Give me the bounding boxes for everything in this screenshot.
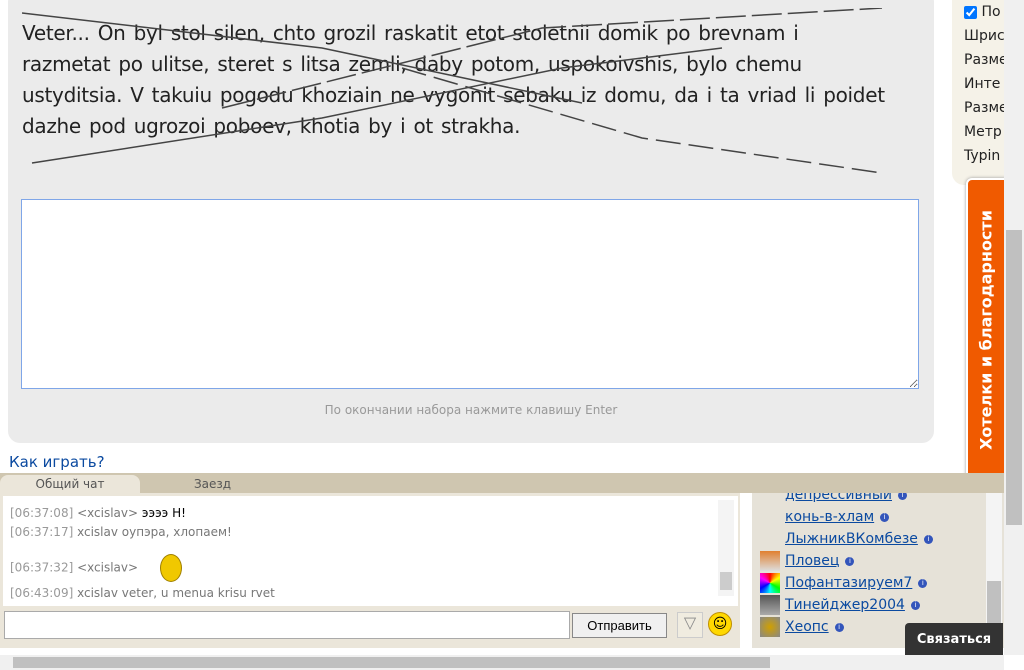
captcha-noise-lines [22,8,883,174]
settings-item[interactable]: Инте [952,72,1012,96]
typing-hint: По окончании набора нажмите клавишу Ente… [324,403,618,417]
settings-item[interactable]: Разме [952,48,1012,72]
chat-message: [06:37:08] <xcislav> ээээ Н! [10,506,186,520]
contact-button[interactable]: Связаться [905,623,1003,656]
info-icon[interactable]: i [834,622,844,632]
game-panel: Veter... On byl stol silen, chto grozil … [8,0,934,443]
msg-time: [06:37:08] [10,506,74,520]
smiley-picker-icon[interactable]: ☺ [708,612,732,636]
captcha-text-image: Veter... On byl stol silen, chto grozil … [22,8,892,180]
settings-label: По [981,4,1001,20]
user-link[interactable]: ЛыжникВКомбезе [785,531,918,547]
msg-text: veter, u menua krisu rvet [121,586,275,600]
page-vertical-scrollbar[interactable] [1004,0,1024,655]
tab-general-chat[interactable]: Общий чат [0,475,140,493]
settings-item[interactable]: Шрис [952,24,1012,48]
chat-message: [06:37:17] xcislav оупэра, хлопаем! [10,525,232,539]
msg-user[interactable]: xcislav [77,525,118,539]
avatar [760,551,780,571]
filter-icon[interactable]: ▽ [677,612,703,638]
chat-input[interactable] [4,611,570,639]
msg-time: [06:43:09] [10,586,74,600]
chat-scrollbar[interactable] [718,500,734,596]
msg-user[interactable]: <xcislav> [77,561,138,575]
info-icon[interactable]: i [880,512,890,522]
user-link[interactable]: депрессивный [785,493,892,503]
msg-text: оупэра, хлопаем! [121,525,232,539]
info-icon[interactable]: i [845,556,855,566]
info-icon[interactable]: i [898,493,907,500]
user-item[interactable]: Пофантазируем7 i [785,575,928,591]
user-item[interactable]: Хеопс i [785,619,844,635]
chat-tabs: Общий чат Заезд [0,473,1004,493]
feedback-tab-label: Хотелки и благодарности [976,210,996,450]
typing-input[interactable] [21,199,919,389]
settings-panel: По Шрис Разме Инте Разме Метр Typin [952,0,1012,185]
settings-checkbox[interactable] [964,5,977,19]
info-icon[interactable]: i [918,578,928,588]
info-icon[interactable]: i [910,600,920,610]
msg-user[interactable]: <xcislav> [77,506,138,520]
info-icon[interactable]: i [923,534,933,544]
how-to-play-link[interactable]: Как играть? [9,453,105,471]
msg-time: [06:37:17] [10,525,74,539]
avatar [760,617,780,637]
msg-user[interactable]: xcislav [77,586,118,600]
smiley-emoticon-icon [159,554,182,582]
user-link[interactable]: Пофантазируем7 [785,575,912,591]
page-horizontal-scrollbar[interactable] [0,655,1004,670]
avatar [760,595,780,615]
user-item[interactable]: Пловец i [785,553,855,569]
avatar [760,573,780,593]
user-link[interactable]: Хеопс [785,619,829,635]
user-item[interactable]: конь-в-хлам i [785,509,890,525]
msg-time: [06:37:32] [10,560,74,575]
user-item[interactable]: депрессивный i [785,493,907,503]
chat-message: [06:43:09] xcislav veter, u menua krisu … [10,586,275,600]
msg-text: ээээ Н! [141,506,186,520]
user-link[interactable]: Пловец [785,553,839,569]
user-item[interactable]: ЛыжникВКомбезе i [785,531,933,547]
settings-item[interactable]: Метр [952,120,1012,144]
chat-messages: [06:37:08] <xcislav> ээээ Н! [06:37:17] … [3,496,738,606]
settings-item[interactable]: По [952,0,1012,24]
user-link[interactable]: конь-в-хлам [785,509,874,525]
user-item[interactable]: Тинейджер2004 i [785,597,920,613]
chat-message: [06:37:32] <xcislav> [10,554,182,582]
user-link[interactable]: Тинейджер2004 [785,597,905,613]
settings-item[interactable]: Разме [952,96,1012,120]
settings-item[interactable]: Typin [952,144,1012,168]
tab-race[interactable]: Заезд [150,475,275,493]
feedback-tab[interactable]: Хотелки и благодарности [966,178,1006,482]
chat-panel: [06:37:08] <xcislav> ээээ Н! [06:37:17] … [0,493,740,648]
send-button[interactable]: Отправить [572,613,667,638]
